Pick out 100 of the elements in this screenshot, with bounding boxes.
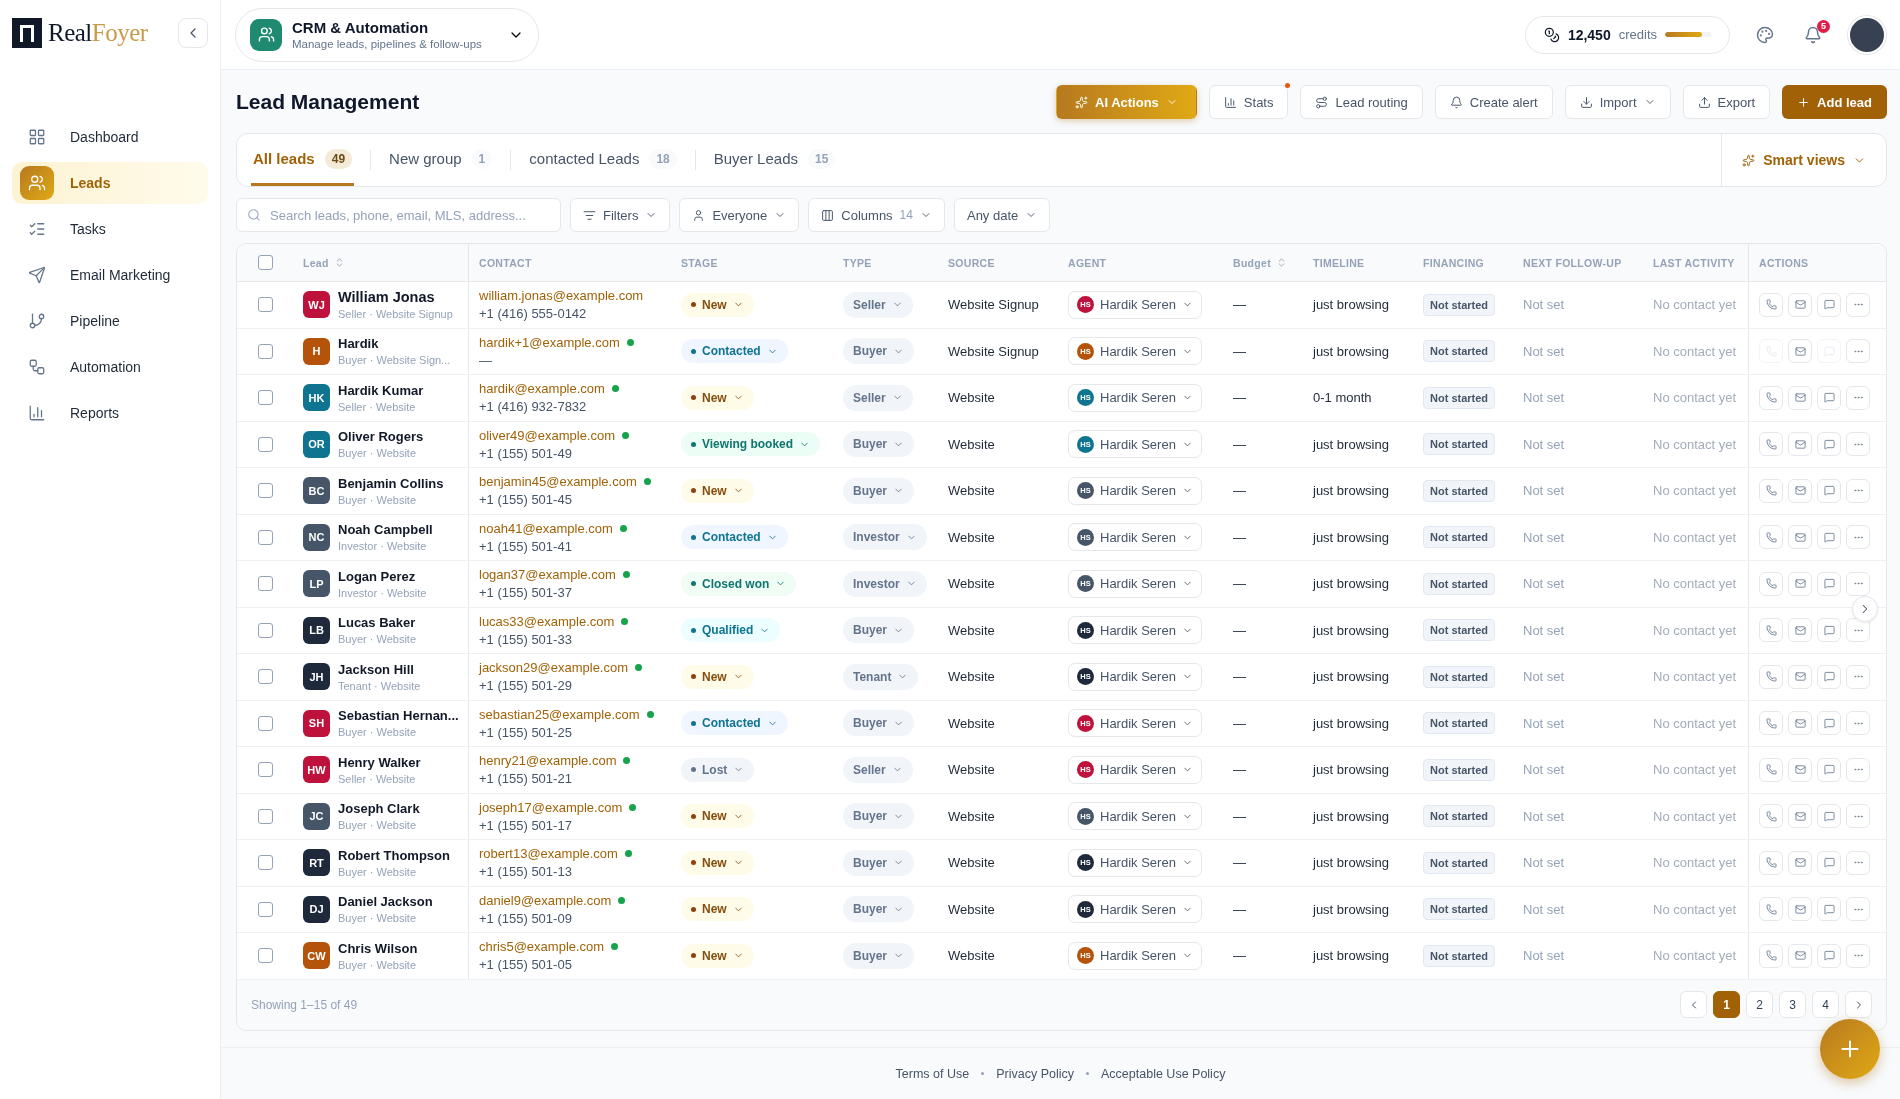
sidebar-item[interactable]: Pipeline (12, 300, 208, 342)
type-dropdown[interactable]: Buyer (843, 338, 914, 365)
tab[interactable]: All leads 49 (251, 134, 355, 186)
more-button[interactable] (1846, 292, 1870, 317)
type-dropdown[interactable]: Buyer (843, 942, 914, 969)
email-button[interactable] (1788, 478, 1812, 503)
type-dropdown[interactable]: Buyer (843, 896, 914, 923)
email-link[interactable]: daniel9@example.com (479, 892, 612, 908)
email-link[interactable]: jackson29@example.com (479, 660, 629, 676)
checkbox[interactable] (257, 948, 273, 964)
lead-name[interactable]: Robert Thompson (338, 847, 450, 863)
message-button[interactable] (1817, 711, 1841, 736)
email-button[interactable] (1788, 897, 1812, 922)
sidebar-item[interactable]: Automation (12, 346, 208, 388)
filter-button[interactable]: Filters (570, 198, 671, 232)
email-button[interactable] (1788, 339, 1812, 364)
email-link[interactable]: chris5@example.com (479, 939, 605, 955)
toolbar-button[interactable]: Create alert (1434, 85, 1553, 119)
page-button[interactable]: 2 (1746, 991, 1773, 1018)
lead-name[interactable]: Chris Wilson (338, 940, 418, 956)
message-button[interactable] (1817, 292, 1841, 317)
stage-dropdown[interactable]: New (681, 850, 754, 875)
more-button[interactable] (1846, 571, 1870, 596)
lead-name[interactable]: Jackson Hill (338, 661, 421, 677)
email-button[interactable] (1788, 943, 1812, 968)
email-button[interactable] (1788, 432, 1812, 457)
checkbox[interactable] (257, 622, 273, 638)
message-button[interactable] (1817, 525, 1841, 550)
stage-dropdown[interactable]: New (681, 478, 754, 503)
checkbox[interactable] (257, 901, 273, 917)
type-dropdown[interactable]: Investor (843, 524, 927, 551)
user-avatar[interactable] (1848, 15, 1886, 54)
email-link[interactable]: benjamin45@example.com (479, 474, 637, 490)
lead-name[interactable]: Sebastian Hernan... (338, 708, 458, 724)
stage-dropdown[interactable]: New (681, 897, 754, 922)
email-link[interactable]: logan37@example.com (479, 567, 616, 583)
lead-name[interactable]: Logan Perez (338, 568, 427, 584)
more-button[interactable] (1846, 339, 1870, 364)
more-button[interactable] (1846, 757, 1870, 782)
email-button[interactable] (1788, 292, 1812, 317)
lead-name[interactable]: Benjamin Collins (338, 475, 444, 491)
email-link[interactable]: oliver49@example.com (479, 427, 616, 443)
tab[interactable]: Buyer Leads 15 (711, 134, 838, 186)
checkbox[interactable] (257, 576, 273, 592)
type-dropdown[interactable]: Seller (843, 756, 913, 783)
lead-name[interactable]: Oliver Rogers (338, 429, 424, 445)
more-button[interactable] (1846, 943, 1870, 968)
stage-dropdown[interactable]: Lost (681, 757, 755, 782)
lead-name[interactable]: Hardik Kumar (338, 382, 424, 398)
email-button[interactable] (1788, 850, 1812, 875)
email-link[interactable]: hardik@example.com (479, 381, 605, 397)
sidebar-item[interactable]: Reports (12, 392, 208, 434)
sidebar-item[interactable]: Dashboard (12, 116, 208, 158)
email-link[interactable]: sebastian25@example.com (479, 706, 640, 722)
lead-name[interactable]: Daniel Jackson (338, 894, 433, 910)
type-dropdown[interactable]: Buyer (843, 431, 914, 458)
more-button[interactable] (1846, 385, 1870, 410)
checkbox[interactable] (257, 436, 273, 452)
sidebar-item[interactable]: Leads (12, 162, 208, 204)
sidebar-item[interactable]: Email Marketing (12, 254, 208, 296)
tab[interactable]: contacted Leads 18 (527, 134, 679, 186)
checkbox[interactable] (257, 529, 273, 545)
toolbar-button[interactable]: Lead routing (1300, 85, 1423, 119)
toolbar-button[interactable]: Export (1682, 85, 1771, 119)
stage-dropdown[interactable]: Viewing booked (681, 432, 821, 457)
message-button[interactable] (1817, 618, 1841, 643)
call-button[interactable] (1759, 804, 1783, 829)
call-button[interactable] (1759, 432, 1783, 457)
email-link[interactable]: robert13@example.com (479, 846, 618, 862)
call-button[interactable] (1759, 757, 1783, 782)
email-button[interactable] (1788, 385, 1812, 410)
email-button[interactable] (1788, 804, 1812, 829)
message-button[interactable] (1817, 571, 1841, 596)
call-button[interactable] (1759, 478, 1783, 503)
checkbox[interactable] (257, 483, 273, 499)
filter-button[interactable]: Everyone (679, 198, 800, 232)
checkbox[interactable] (257, 255, 273, 270)
lead-name[interactable]: William Jonas (338, 289, 453, 306)
footer-link[interactable]: Privacy Policy (996, 1066, 1075, 1081)
email-link[interactable]: william.jonas@example.com (479, 288, 644, 304)
checkbox[interactable] (257, 762, 273, 778)
smart-views-button[interactable]: Smart views (1721, 134, 1886, 186)
message-button[interactable] (1817, 757, 1841, 782)
footer-link[interactable]: Acceptable Use Policy (1101, 1066, 1226, 1081)
credits-pill[interactable]: 12,450 credits (1524, 15, 1730, 54)
type-dropdown[interactable]: Tenant (843, 663, 919, 690)
email-button[interactable] (1788, 711, 1812, 736)
more-button[interactable] (1846, 711, 1870, 736)
stage-dropdown[interactable]: New (681, 943, 754, 968)
collapse-button[interactable] (178, 18, 208, 48)
previous-page-button[interactable] (1680, 991, 1707, 1018)
type-dropdown[interactable]: Buyer (843, 803, 914, 830)
more-button[interactable] (1846, 850, 1870, 875)
checkbox[interactable] (257, 390, 273, 406)
call-button[interactable] (1759, 850, 1783, 875)
email-button[interactable] (1788, 525, 1812, 550)
call-button[interactable] (1759, 571, 1783, 596)
message-button[interactable] (1817, 664, 1841, 689)
checkbox[interactable] (257, 855, 273, 871)
type-dropdown[interactable]: Buyer (843, 849, 914, 876)
